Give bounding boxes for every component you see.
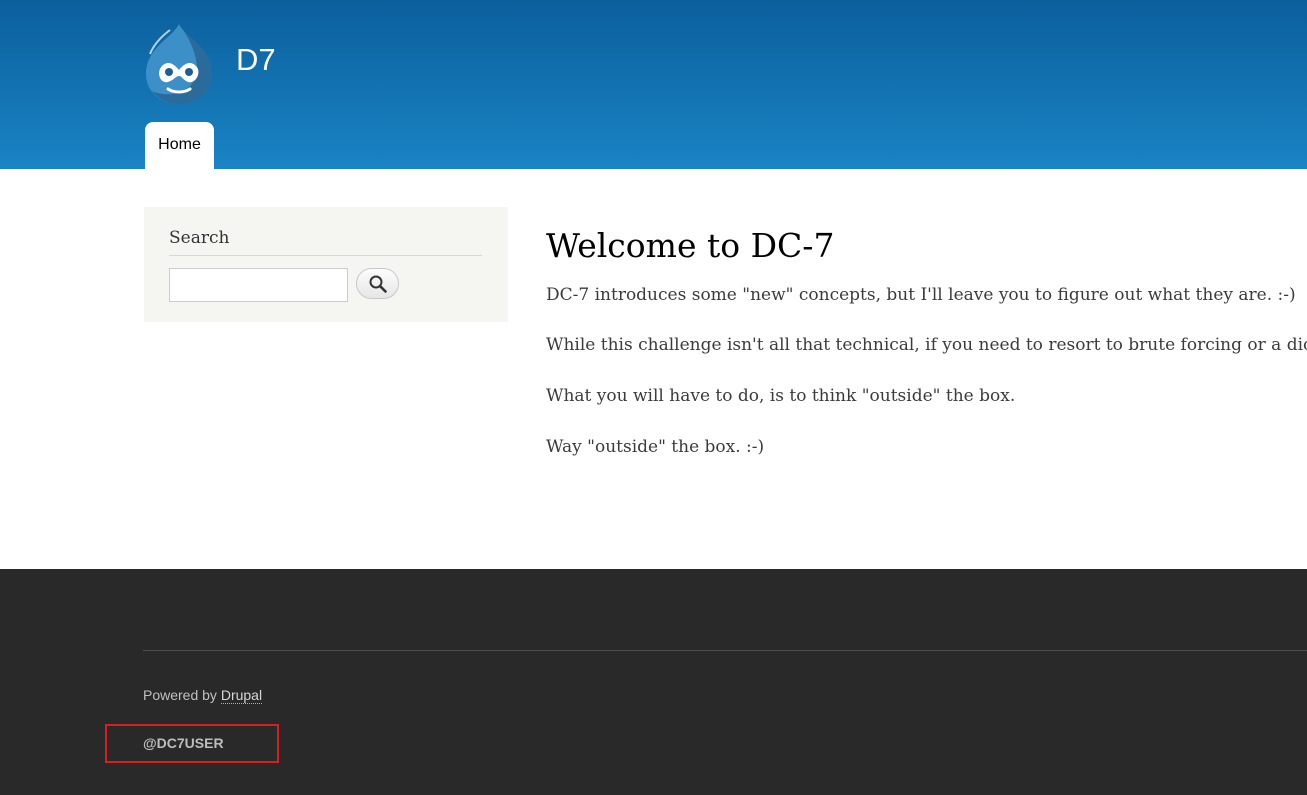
search-icon (369, 275, 387, 293)
site-header: D7 Home (0, 0, 1307, 169)
footer-divider (143, 650, 1307, 651)
twitter-handle: @DC7USER (143, 735, 224, 751)
search-block: Search (144, 207, 508, 322)
main-menu: Home (145, 122, 214, 169)
content-paragraph: Way "outside" the box. :-) (546, 437, 765, 457)
powered-by-text: Powered by (143, 687, 221, 703)
powered-by: Powered by Drupal (143, 686, 263, 704)
content-paragraph: What you will have to do, is to think "o… (546, 386, 1016, 406)
highlight-box: @DC7USER (105, 724, 279, 763)
search-button[interactable] (356, 268, 399, 299)
main-content: Welcome to DC-7 DC-7 introduces some "ne… (546, 222, 1307, 458)
tab-home[interactable]: Home (145, 122, 214, 169)
drupal-drop-icon (146, 24, 212, 104)
site-footer: Powered by Drupal @DC7USER (0, 569, 1307, 795)
page-title: Welcome to DC-7 (546, 226, 835, 265)
content-paragraph: While this challenge isn't all that tech… (546, 335, 1307, 355)
drupal-link[interactable]: Drupal (220, 687, 263, 704)
search-block-title: Search (169, 227, 482, 256)
search-input[interactable] (169, 268, 348, 302)
site-name[interactable]: D7 (236, 40, 276, 80)
content-paragraph: DC-7 introduces some "new" concepts, but… (546, 285, 1296, 305)
